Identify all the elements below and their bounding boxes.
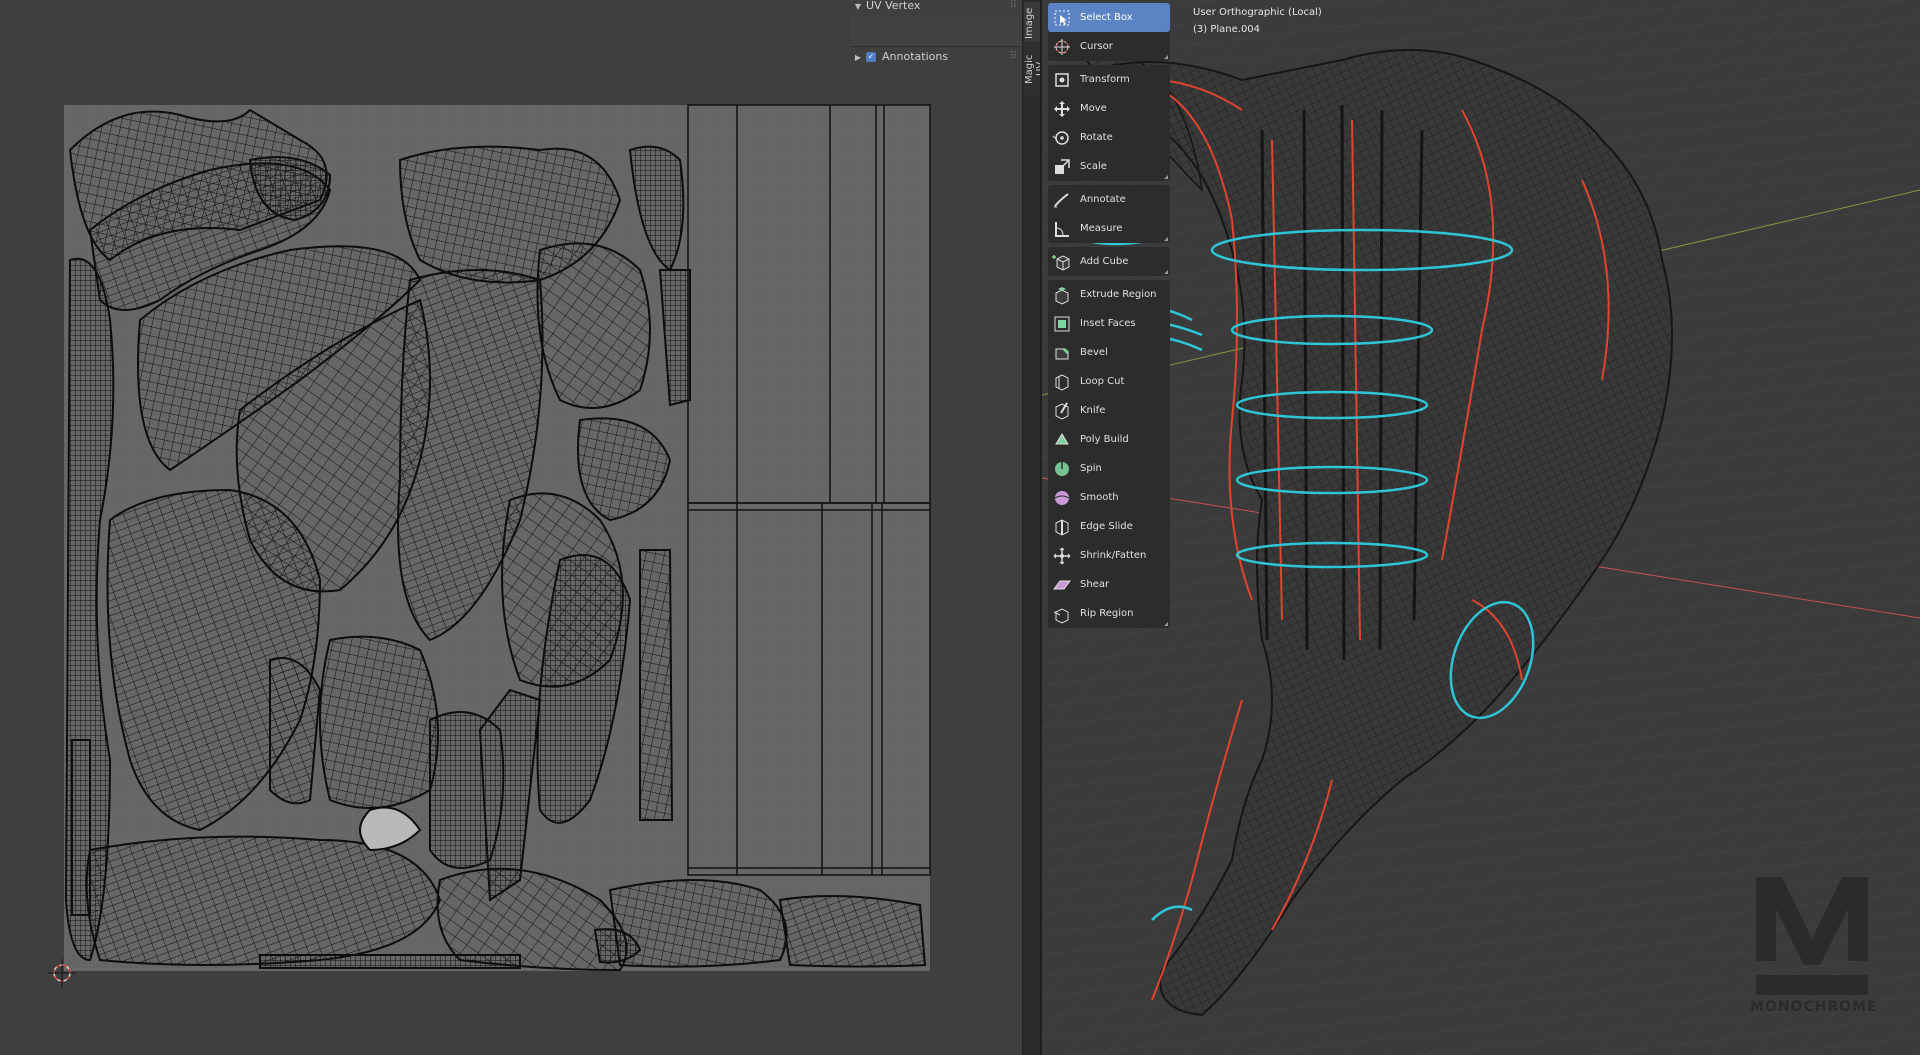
uv-sidebar-tabs: Image Magic UV: [1022, 0, 1046, 1055]
annotations-checkbox[interactable]: ✓: [866, 52, 876, 62]
tool-spin[interactable]: Spin: [1048, 454, 1170, 483]
add-cube-icon: [1052, 252, 1072, 272]
panel-drag-handle-icon[interactable]: ⠿: [1010, 0, 1017, 15]
watermark-text: MONOCHROME: [1750, 999, 1878, 1015]
tool-extrude-region[interactable]: Extrude Region: [1048, 280, 1170, 309]
tool-poly-build[interactable]: Poly Build: [1048, 425, 1170, 454]
tool-cursor[interactable]: Cursor: [1048, 32, 1170, 61]
tool-inset-faces[interactable]: Inset Faces: [1048, 309, 1170, 338]
uv-vertex-label: UV Vertex: [866, 0, 921, 12]
tool-annotate[interactable]: Annotate: [1048, 185, 1170, 214]
tool-loop-cut[interactable]: Loop Cut: [1048, 367, 1170, 396]
tool-edge-slide[interactable]: Edge Slide: [1048, 512, 1170, 541]
measure-icon: [1052, 219, 1072, 239]
shear-icon: [1052, 575, 1072, 595]
panel-collapsed-arrow-icon[interactable]: ▶: [850, 49, 866, 67]
tool-variants-indicator-icon: [1164, 55, 1168, 59]
tool-variants-indicator-icon: [1164, 270, 1168, 274]
tool-label: Measure: [1080, 223, 1123, 234]
bevel-icon: [1052, 343, 1072, 363]
tool-label: Poly Build: [1080, 434, 1129, 445]
tool-measure[interactable]: Measure: [1048, 214, 1170, 243]
tool-select-box[interactable]: Select Box: [1048, 3, 1170, 32]
tool-knife[interactable]: Knife: [1048, 396, 1170, 425]
panel-drag-handle-icon[interactable]: ⠿: [1010, 48, 1017, 66]
rotate-icon: [1052, 128, 1072, 148]
monochrome-watermark: MONOCHROME: [1750, 877, 1878, 1015]
view-name: User Orthographic (Local): [1193, 7, 1322, 18]
tool-group: Select Box Cursor: [1048, 3, 1170, 61]
tool-group: Transform Move Rotate Scale: [1048, 65, 1170, 181]
transform-icon: [1052, 70, 1072, 90]
tool-label: Spin: [1080, 463, 1102, 474]
tool-group: Extrude Region Inset Faces Bevel Loop Cut Kn…: [1048, 280, 1170, 628]
tool-add-cube[interactable]: Add Cube: [1048, 247, 1170, 276]
uv-editor-area[interactable]: ▼ UV Vertex ⠿ ▶ ✓ Annotations ⠿: [0, 0, 1022, 1055]
active-object-name: (3) Plane.004: [1193, 24, 1261, 35]
scale-icon: [1052, 157, 1072, 177]
cursor-icon: [1052, 37, 1072, 57]
tool-label: Edge Slide: [1080, 521, 1133, 532]
poly-build-icon: [1052, 430, 1072, 450]
tool-label: Move: [1080, 103, 1107, 114]
tool-label: Select Box: [1080, 12, 1133, 23]
tool-label: Inset Faces: [1080, 318, 1136, 329]
tool-label: Shrink/Fatten: [1080, 550, 1147, 561]
tool-rotate[interactable]: Rotate: [1048, 123, 1170, 152]
annotate-icon: [1052, 190, 1072, 210]
tab-image[interactable]: Image: [1024, 2, 1040, 44]
monochrome-logo-icon: [1756, 877, 1868, 995]
tool-variants-indicator-icon: [1164, 622, 1168, 626]
loop-cut-icon: [1052, 372, 1072, 392]
tool-label: Rip Region: [1080, 608, 1134, 619]
tool-label: Extrude Region: [1080, 289, 1157, 300]
viewport-info-overlay: User Orthographic (Local) (3) Plane.004: [1193, 4, 1322, 38]
spin-icon: [1052, 459, 1072, 479]
uv-sidebar-panel: ▼ UV Vertex ⠿ ▶ ✓ Annotations ⠿: [850, 0, 1022, 70]
extrude-region-icon: [1052, 285, 1072, 305]
tool-group: Add Cube: [1048, 247, 1170, 276]
tool-move[interactable]: Move: [1048, 94, 1170, 123]
tool-shrink-fatten[interactable]: Shrink/Fatten: [1048, 541, 1170, 570]
tool-label: Knife: [1080, 405, 1106, 416]
tool-scale[interactable]: Scale: [1048, 152, 1170, 181]
tool-label: Add Cube: [1080, 256, 1129, 267]
knife-icon: [1052, 401, 1072, 421]
tool-transform[interactable]: Transform: [1048, 65, 1170, 94]
tool-label: Scale: [1080, 161, 1107, 172]
edge-slide-icon: [1052, 517, 1072, 537]
annotations-label: Annotations: [882, 50, 949, 63]
3d-viewport[interactable]: User Orthographic (Local) (3) Plane.004 …: [1042, 0, 1920, 1055]
tool-label: Rotate: [1080, 132, 1113, 143]
tool-label: Bevel: [1080, 347, 1108, 358]
tool-rip-region[interactable]: Rip Region: [1048, 599, 1170, 628]
tool-variants-indicator-icon: [1164, 175, 1168, 179]
uv-vertex-panel-body: [850, 16, 1022, 47]
tool-variants-indicator-icon: [1164, 237, 1168, 241]
tool-label: Cursor: [1080, 41, 1113, 52]
tool-label: Shear: [1080, 579, 1110, 590]
select-box-icon: [1052, 8, 1072, 28]
annotations-panel-header[interactable]: ▶ ✓ Annotations ⠿: [850, 48, 1022, 66]
move-icon: [1052, 99, 1072, 119]
tool-smooth[interactable]: Smooth: [1048, 483, 1170, 512]
tool-group: Annotate Measure: [1048, 185, 1170, 243]
inset-faces-icon: [1052, 314, 1072, 334]
panel-expand-arrow-icon[interactable]: ▼: [850, 0, 866, 16]
uv-vertex-panel-header[interactable]: ▼ UV Vertex ⠿: [850, 0, 1022, 15]
smooth-icon: [1052, 488, 1072, 508]
tool-bevel[interactable]: Bevel: [1048, 338, 1170, 367]
tool-shear[interactable]: Shear: [1048, 570, 1170, 599]
shrink-fatten-icon: [1052, 546, 1072, 566]
tool-label: Smooth: [1080, 492, 1119, 503]
tool-label: Loop Cut: [1080, 376, 1125, 387]
tool-label: Annotate: [1080, 194, 1126, 205]
tab-magic-uv[interactable]: Magic UV: [1024, 42, 1046, 96]
uv-canvas[interactable]: [0, 0, 1022, 1055]
tool-label: Transform: [1080, 74, 1130, 85]
rip-region-icon: [1052, 604, 1072, 624]
tool-shelf: Select Box Cursor Transform Move Rotate Scale…: [1048, 3, 1170, 632]
